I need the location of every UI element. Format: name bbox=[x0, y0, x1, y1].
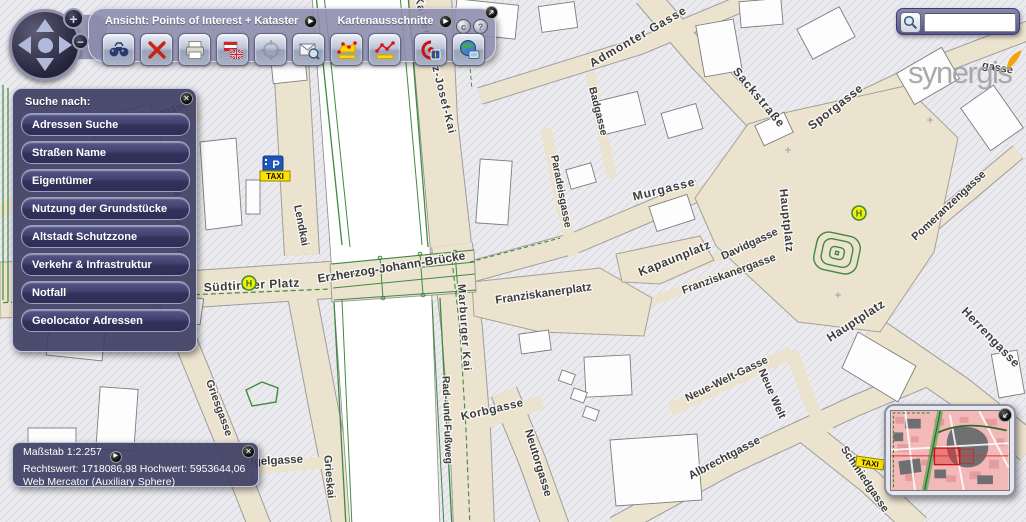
close-search-panel-button[interactable]: ✕ bbox=[180, 92, 193, 105]
svg-text:TAXI: TAXI bbox=[266, 172, 284, 181]
search-button-strassen[interactable]: Straßen Name bbox=[21, 141, 190, 164]
search-panel-title: Suche nach: bbox=[13, 89, 196, 113]
projection-text: Web Mercator (Auxiliary Sphere) bbox=[23, 476, 248, 490]
search-button-eigentuemer[interactable]: Eigentümer bbox=[21, 169, 190, 192]
svg-text:P: P bbox=[272, 159, 279, 171]
toolbar-header: Ansicht: Points of Interest + Kataster ▶… bbox=[105, 14, 452, 28]
svg-text:H: H bbox=[246, 279, 253, 289]
zoom-out-button[interactable]: − bbox=[72, 33, 89, 50]
view-menu-dropdown-icon[interactable]: ▶ bbox=[304, 15, 317, 28]
scale-text: Maßstab 1:2.257 bbox=[23, 446, 102, 458]
svg-text:H: H bbox=[856, 209, 863, 219]
parking-sign-icon: P bbox=[263, 156, 283, 171]
coordinates-text: Rechtswert: 1718086,98 Hochwert: 5953644… bbox=[23, 463, 248, 477]
search-icon bbox=[903, 15, 918, 30]
toggle-overview-button[interactable]: ➔ bbox=[998, 408, 1012, 422]
search-button-geolocator[interactable]: Geolocator Adressen bbox=[21, 309, 190, 332]
language-flags-icon[interactable] bbox=[216, 33, 249, 66]
search-button-nutzung[interactable]: Nutzung der Grundstücke bbox=[21, 197, 190, 220]
map-extracts-menu[interactable]: Kartenausschnitte bbox=[337, 15, 433, 27]
measure-line-icon[interactable] bbox=[368, 33, 401, 66]
transit-stop-icon: H bbox=[852, 206, 866, 220]
logo-leaf-icon bbox=[1005, 49, 1023, 69]
search-submit-button[interactable] bbox=[900, 12, 921, 33]
toggle-arrow-icon: ➔ bbox=[999, 409, 1010, 420]
extracts-menu-dropdown-icon[interactable]: ▶ bbox=[439, 15, 452, 28]
transit-stop-icon: H bbox=[242, 276, 256, 290]
taxi-sign-icon: TAXI bbox=[260, 171, 290, 181]
logo-text: synergis bbox=[908, 55, 1011, 90]
pan-center-button[interactable] bbox=[38, 38, 53, 53]
quick-search-bar bbox=[896, 8, 1020, 35]
export-map-icon[interactable] bbox=[452, 33, 485, 66]
clear-selection-icon[interactable] bbox=[140, 33, 173, 66]
synergis-logo: synergis bbox=[908, 55, 1011, 91]
collapse-arrow-icon: ➔ bbox=[486, 7, 497, 18]
pan-right-arrow[interactable] bbox=[59, 36, 72, 54]
main-toolbar: Ansicht: Points of Interest + Kataster ▶… bbox=[88, 8, 496, 62]
overview-map[interactable]: ➔ bbox=[884, 404, 1016, 497]
collapse-toolbar-button[interactable]: ➔ bbox=[485, 6, 498, 19]
svg-text:i: i bbox=[434, 50, 436, 59]
search-button-verkehr[interactable]: Verkehr & Infrastruktur bbox=[21, 253, 190, 276]
pan-up-arrow[interactable] bbox=[36, 19, 54, 32]
view-menu[interactable]: Ansicht: Points of Interest + Kataster bbox=[105, 15, 298, 27]
overview-map-image[interactable] bbox=[890, 410, 1010, 491]
pan-down-arrow[interactable] bbox=[36, 58, 54, 71]
close-status-panel-button[interactable]: ✕ bbox=[242, 445, 255, 458]
search-button-altstadt[interactable]: Altstadt Schutzzone bbox=[21, 225, 190, 248]
identify-icon[interactable]: i bbox=[414, 33, 447, 66]
center-map-icon[interactable] bbox=[254, 33, 287, 66]
info-button[interactable]: c bbox=[456, 19, 471, 34]
send-map-icon[interactable] bbox=[292, 33, 325, 66]
search-input[interactable] bbox=[924, 13, 1016, 32]
status-panel: ✕ Maßstab 1:2.257 ▶ Rechtswert: 1718086,… bbox=[12, 442, 259, 487]
measure-area-icon[interactable] bbox=[330, 33, 363, 66]
zoom-in-button[interactable]: + bbox=[63, 8, 84, 29]
pan-left-arrow[interactable] bbox=[18, 36, 31, 54]
toolbar-icons: i bbox=[102, 33, 485, 66]
search-panel: ✕ Suche nach: Adressen Suche Straßen Nam… bbox=[12, 88, 197, 352]
search-button-notfall[interactable]: Notfall bbox=[21, 281, 190, 304]
help-button[interactable]: ? bbox=[473, 19, 488, 34]
search-button-adressen[interactable]: Adressen Suche bbox=[21, 113, 190, 136]
scale-dropdown-icon[interactable]: ▶ bbox=[110, 451, 122, 463]
extent-rectangle[interactable] bbox=[934, 448, 959, 465]
map-application: akengasseMariahilferstraßeAdmonter Gasse… bbox=[0, 0, 1026, 522]
search-binoculars-icon[interactable] bbox=[102, 33, 135, 66]
print-icon[interactable] bbox=[178, 33, 211, 66]
